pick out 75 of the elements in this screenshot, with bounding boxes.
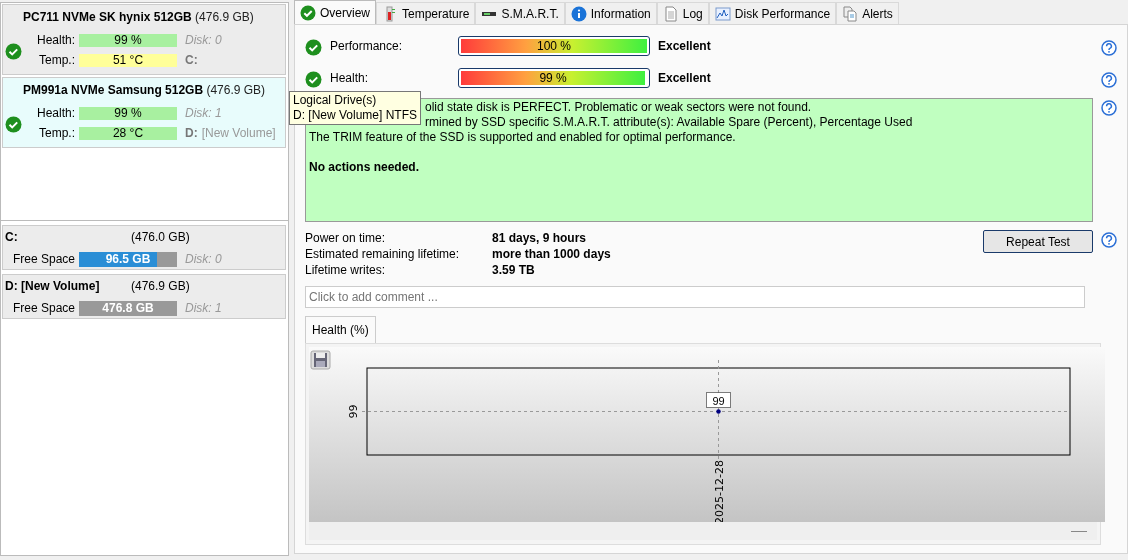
tab[interactable]: Alerts [836,2,899,24]
disk-number: Disk: 1 [185,105,222,122]
tab[interactable]: Overview [294,0,376,24]
help-icon [1101,100,1117,114]
rating-bar: 100 % [461,39,647,53]
volume-card[interactable]: C: (476.0 GB) Free Space 96.5 GB Disk: 0 [2,225,286,270]
rating-bar: 99 % [461,71,646,85]
tab[interactable]: S.M.A.R.T. [475,2,565,24]
fact-label: Estimated remaining lifetime: [305,246,461,262]
data-point [716,409,721,414]
health-bar: 99 % [79,33,177,47]
status-line: olid state disk is PERFECT. Problematic or weak sectors were not found. [425,100,812,115]
volume-name: D: [New Volume] [5,278,100,295]
check-icon [300,4,316,21]
status-line: rmined by SSD specific S.M.A.R.T. attribute(s): Available Spare (Percent), Percentage Used [425,115,913,130]
free-space-bar: 476.8 GB [79,300,177,316]
fact-value: more than 1000 days [492,246,611,262]
drive-name: PC711 NVMe SK hynix 512GB [23,10,192,24]
field-label: Health: [35,32,76,49]
volume-label: [New Volume] [201,125,276,142]
rating-label: Performance: [330,38,404,55]
rating-verdict: Excellent [658,38,711,55]
bar-icon [481,11,498,16]
tab[interactable]: Temperature [376,2,476,24]
help-icon [1101,70,1117,86]
temperature-bar: 51 °C [79,53,177,67]
free-space-bar: 96.5 GB [79,251,177,267]
health-bar: 99 % [79,106,177,120]
y-tick-label: 99 [347,404,360,419]
field-label: Free Space [11,251,76,268]
tab[interactable]: Disk Performance [708,2,837,24]
volume-size: (476.9 GB) [131,278,190,295]
repeat-test-button[interactable]: Repeat Test [983,230,1093,253]
check-icon [305,69,322,87]
drive-name: PM991a NVMe Samsung 512GB [23,83,204,97]
status-line: The TRIM feature of the SSD is supported and enabled for optimal performance. [309,130,736,145]
disk-number: Disk: 0 [185,251,222,268]
field-label: Temp.: [38,52,76,69]
field-label: Temp.: [38,125,76,142]
help-icon [1101,38,1117,54]
status-action: No actions needed. [309,160,420,175]
field-label: Health: [35,105,76,122]
check-icon [5,41,22,59]
drive-card[interactable]: PM991a NVMe Samsung 512GB (476.9 GB) Health: 99 % Disk: 1 Temp.: 28 °C D: [New Volume] [2,77,286,148]
disk-number: Disk: 1 [185,300,222,317]
drive-letter: D: [185,125,198,142]
disk-number: Disk: 0 [185,32,222,49]
document-icon [662,5,679,22]
chart-tab[interactable]: Health (%) [305,316,376,343]
fact-value: 81 days, 9 hours [492,230,587,246]
fact-label: Lifetime writes: [305,262,387,278]
info-icon [570,5,587,22]
help-icon [1101,232,1117,246]
drive-size: (476.9 GB) [206,83,266,97]
comment-field[interactable]: Click to add comment ... [305,286,1085,308]
volume-card[interactable]: D: [New Volume] (476.9 GB) Free Space 476.8 GB Disk: 1 [2,274,286,319]
tooltip: Logical Drive(s) D: [New Volume] NTFS [289,91,422,125]
temperature-bar: 28 °C [79,126,177,140]
rating-label: Health: [330,70,370,87]
line-chart-icon [714,5,731,22]
rating-verdict: Excellent [658,70,711,87]
volume-name: C: [5,229,18,246]
documents-icon [842,5,859,22]
drive-letter: C: [185,52,198,69]
fact-value: 3.59 TB [492,262,535,278]
tab[interactable]: Log [656,2,709,24]
check-icon [305,37,322,55]
tab[interactable]: Information [564,2,657,24]
drive-size: (476.9 GB) [195,10,254,24]
save-icon[interactable] [310,350,331,370]
drive-card[interactable]: PC711 NVMe SK hynix 512GB (476.9 GB) Health: 99 % Disk: 0 Temp.: 51 °C C: [2,4,286,75]
fact-label: Power on time: [305,230,387,246]
field-label: Free Space [11,300,76,317]
check-icon [5,114,22,132]
volume-size: (476.0 GB) [131,229,190,246]
